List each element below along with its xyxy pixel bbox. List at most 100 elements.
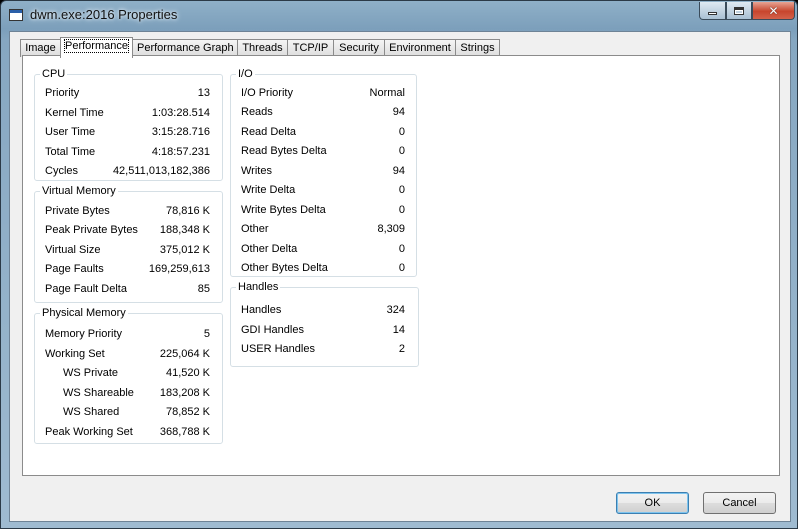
stat-value: 2: [398, 343, 405, 355]
cpu-row-kernel-time: Kernel Time 1:03:28.514: [45, 106, 210, 120]
close-icon: ✕: [768, 3, 779, 18]
stat-label: WS Shareable: [63, 387, 134, 399]
performance-panel: CPU Priority 13 Kernel Time 1:03:28.514 …: [22, 55, 780, 476]
stat-value: 0: [398, 184, 405, 196]
stat-label: Cycles: [45, 165, 79, 177]
cpu-group: CPU Priority 13 Kernel Time 1:03:28.514 …: [34, 67, 223, 181]
stat-value: 0: [398, 204, 405, 216]
stat-label: Writes: [241, 165, 272, 177]
stat-value: 0: [398, 145, 405, 157]
maximize-icon: [734, 6, 744, 15]
virtual-memory-group-title: Virtual Memory: [40, 184, 118, 198]
io-row-reads: Reads 94: [241, 105, 405, 119]
stat-value: 41,520 K: [165, 367, 210, 379]
title-bar[interactable]: dwm.exe:2016 Properties ✕: [1, 1, 797, 31]
stat-value: 8,309: [377, 223, 405, 235]
cpu-group-title: CPU: [40, 67, 68, 81]
stat-label: WS Shared: [63, 406, 120, 418]
cpu-row-user-time: User Time 3:15:28.716: [45, 125, 210, 139]
physical-memory-group: Physical Memory Memory Priority 5 Workin…: [34, 306, 223, 444]
properties-window-icon[interactable]: [9, 9, 23, 21]
io-row-other-bytes-delta: Other Bytes Delta 0: [241, 261, 405, 275]
stat-value: 14: [392, 324, 405, 336]
stat-value: 188,348 K: [159, 224, 210, 236]
cpu-row-priority: Priority 13: [45, 86, 210, 100]
pm-row-ws-shared: WS Shared 78,852 K: [63, 405, 210, 419]
stat-label: Read Delta: [241, 126, 297, 138]
stat-value: 13: [197, 87, 210, 99]
stat-label: Other: [241, 223, 269, 235]
tab-label: Security: [339, 42, 379, 54]
stat-label: Kernel Time: [45, 107, 104, 119]
stat-value: 94: [392, 106, 405, 118]
stat-value: Normal: [369, 87, 405, 99]
stat-value: 324: [386, 304, 405, 316]
io-group: I/O I/O Priority Normal Reads 94 Read De…: [230, 67, 417, 277]
stat-value: 4:18:57.231: [151, 146, 210, 158]
io-row-other-delta: Other Delta 0: [241, 242, 405, 256]
properties-window: dwm.exe:2016 Properties ✕ Image Performa…: [0, 0, 798, 529]
io-group-title: I/O: [236, 67, 255, 81]
stat-value: 78,852 K: [165, 406, 210, 418]
dialog-client-area: Image Performance Performance Graph Thre…: [9, 31, 791, 522]
stat-label: GDI Handles: [241, 324, 304, 336]
stat-value: 5: [203, 328, 210, 340]
stat-label: USER Handles: [241, 343, 315, 355]
stat-value: 368,788 K: [159, 426, 210, 438]
cancel-button[interactable]: Cancel: [703, 492, 776, 514]
io-row-write-bytes-delta: Write Bytes Delta 0: [241, 203, 405, 217]
io-row-io-priority: I/O Priority Normal: [241, 86, 405, 100]
stat-label: User Time: [45, 126, 96, 138]
io-row-read-delta: Read Delta 0: [241, 125, 405, 139]
tab-label: Performance Graph: [137, 42, 234, 54]
tab-label: Environment: [389, 42, 451, 54]
tab-label: Threads: [242, 42, 283, 54]
tab-label: Image: [25, 42, 56, 54]
stat-label: I/O Priority: [241, 87, 293, 99]
stat-label: Reads: [241, 106, 273, 118]
cpu-row-total-time: Total Time 4:18:57.231: [45, 145, 210, 159]
stat-label: Priority: [45, 87, 80, 99]
vm-row-private-bytes: Private Bytes 78,816 K: [45, 204, 210, 218]
pm-row-memory-priority: Memory Priority 5: [45, 327, 210, 341]
tab-performance[interactable]: Performance: [60, 37, 133, 58]
stat-value: 78,816 K: [165, 205, 210, 217]
vm-row-page-faults: Page Faults 169,259,613: [45, 262, 210, 276]
stat-value: 183,208 K: [159, 387, 210, 399]
tab-label: TCP/IP: [292, 42, 329, 54]
handles-group: Handles Handles 324 GDI Handles 14 USER …: [230, 280, 419, 367]
stat-value: 225,064 K: [159, 348, 210, 360]
stat-label: Other Delta: [241, 243, 298, 255]
maximize-button[interactable]: [726, 2, 752, 20]
handles-row-gdi-handles: GDI Handles 14: [241, 323, 405, 337]
stat-label: Read Bytes Delta: [241, 145, 327, 157]
pm-row-ws-shareable: WS Shareable 183,208 K: [63, 386, 210, 400]
ok-button[interactable]: OK: [616, 492, 689, 514]
physical-memory-group-title: Physical Memory: [40, 306, 128, 320]
io-row-writes: Writes 94: [241, 164, 405, 178]
stat-label: Memory Priority: [45, 328, 123, 340]
stat-value: 42,511,013,182,386: [112, 165, 210, 177]
stat-value: 94: [392, 165, 405, 177]
stat-label: Write Delta: [241, 184, 296, 196]
stat-label: WS Private: [63, 367, 119, 379]
close-button[interactable]: ✕: [752, 2, 795, 20]
minimize-icon: [708, 12, 717, 15]
tab-label: Strings: [460, 42, 495, 54]
pm-row-peak-working-set: Peak Working Set 368,788 K: [45, 425, 210, 439]
stat-label: Virtual Size: [45, 244, 101, 256]
handles-group-title: Handles: [236, 280, 281, 294]
stat-value: 375,012 K: [159, 244, 210, 256]
window-title: dwm.exe:2016 Properties: [30, 7, 178, 22]
stat-label: Private Bytes: [45, 205, 110, 217]
vm-row-peak-private-bytes: Peak Private Bytes 188,348 K: [45, 223, 210, 237]
stat-label: Page Faults: [45, 263, 104, 275]
stat-label: Total Time: [45, 146, 96, 158]
stat-value: 0: [398, 243, 405, 255]
vm-row-page-fault-delta: Page Fault Delta 85: [45, 282, 210, 296]
stat-value: 1:03:28.514: [151, 107, 210, 119]
handles-row-handles: Handles 324: [241, 303, 405, 317]
minimize-button[interactable]: [699, 2, 726, 20]
stat-label: Handles: [241, 304, 282, 316]
stat-value: 3:15:28.716: [151, 126, 210, 138]
